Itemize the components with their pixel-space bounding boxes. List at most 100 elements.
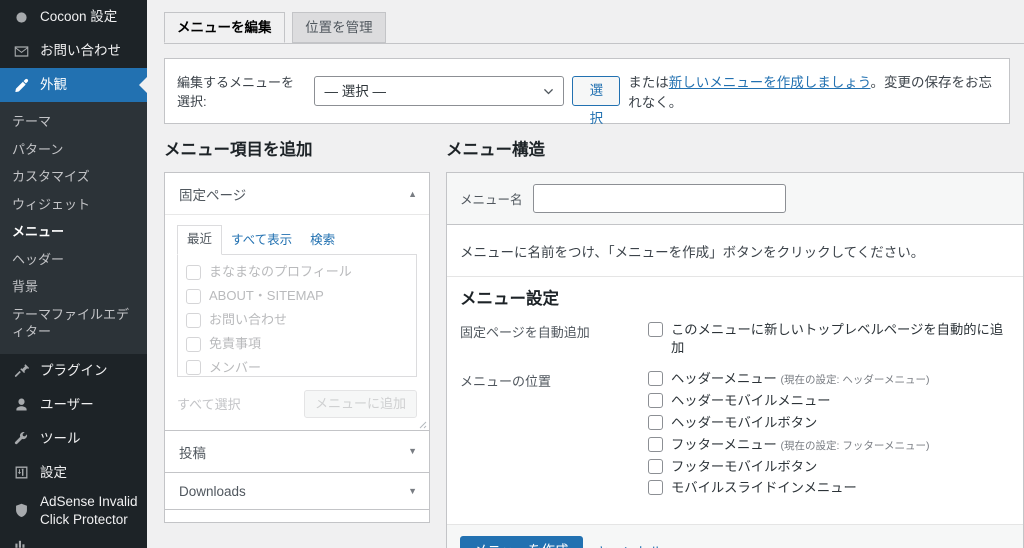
sidebar-item-plugins[interactable]: プラグイン (0, 354, 147, 388)
auto-add-pages-option[interactable]: このメニューに新しいトップレベルページを自動的に追加 (648, 321, 1010, 357)
pages-accordion-header[interactable]: 固定ページ ▲ (165, 173, 429, 216)
location-option-label: ヘッダーモバイルボタン (671, 414, 817, 432)
downloads-accordion-title: Downloads (179, 483, 246, 499)
location-option-mobile-slide-in-menu[interactable]: モバイルスライドインメニュー (648, 479, 1010, 497)
menu-select-wrapper: — 選択 — (314, 76, 565, 106)
add-to-menu-button[interactable]: メニューに追加 (303, 389, 417, 418)
cancel-link[interactable]: キャンセル (596, 541, 664, 548)
sidebar-item-settings[interactable]: 設定 (0, 456, 147, 490)
location-option-header-menu[interactable]: ヘッダーメニュー (現在の設定: ヘッダーメニュー) (648, 370, 1010, 388)
location-option-label: ヘッダーメニュー (現在の設定: ヘッダーメニュー) (671, 370, 929, 388)
menu-name-row: メニュー名 (447, 173, 1023, 226)
tab-search[interactable]: 検索 (301, 227, 344, 255)
user-icon (11, 395, 31, 415)
chevron-down-icon[interactable]: ▼ (408, 486, 417, 496)
pages-checkbox-list: まなまなのプロフィール ABOUT・SITEMAP お問い合わせ 免責事項 メン… (177, 254, 417, 377)
sidebar-subitem-menus[interactable]: メニュー (0, 218, 147, 246)
location-option-footer-menu[interactable]: フッターメニュー (現在の設定: フッターメニュー) (648, 436, 1010, 454)
auto-add-pages-option-label: このメニューに新しいトップレベルページを自動的に追加 (671, 321, 1004, 355)
sidebar-subitem-background[interactable]: 背景 (0, 273, 147, 301)
sidebar-item-cocoon-settings[interactable]: Cocoon 設定 (0, 0, 147, 34)
sidebar-subitem-widgets[interactable]: ウィジェット (0, 191, 147, 219)
location-label-text: ヘッダーメニュー (671, 370, 777, 386)
pages-panel-footer: すべて選択 メニューに追加 (165, 376, 429, 430)
list-item-label: お問い合わせ (209, 311, 288, 327)
sidebar-item-users[interactable]: ユーザー (0, 388, 147, 422)
admin-sidebar: Cocoon 設定 お問い合わせ 外観 テーマ パターン カスタマイズ ウィジェ… (0, 0, 147, 548)
checkbox[interactable] (186, 288, 201, 304)
sidebar-subitem-theme-file-editor[interactable]: テーマファイルエディター (0, 301, 147, 346)
chart-icon (13, 538, 29, 548)
sidebar-top-group: Cocoon 設定 お問い合わせ 外観 テーマ パターン カスタマイズ ウィジェ… (0, 0, 147, 548)
checkbox[interactable] (648, 458, 663, 474)
tab-recent[interactable]: 最近 (177, 225, 223, 255)
location-option-label: フッターメニュー (現在の設定: フッターメニュー) (671, 436, 929, 454)
checkbox[interactable] (648, 321, 663, 337)
list-item[interactable]: お問い合わせ (186, 312, 408, 329)
circle-icon (11, 7, 31, 27)
tab-manage-locations[interactable]: 位置を管理 (292, 12, 386, 44)
checkbox[interactable] (186, 312, 201, 328)
checkbox[interactable] (186, 336, 201, 352)
location-label-text: フッターモバイルボタン (671, 458, 818, 474)
list-item-label: メンバー (209, 359, 262, 375)
checkbox[interactable] (648, 392, 663, 408)
create-menu-button[interactable]: メニューを作成 (460, 536, 583, 548)
envelope-icon (11, 41, 31, 61)
posts-accordion-title: 投稿 (179, 445, 206, 461)
select-menu-button[interactable]: 選択 (572, 76, 621, 126)
list-item-label: まなまなのプロフィール (209, 263, 352, 279)
create-new-menu-link[interactable]: 新しいメニューを作成しましょう (669, 75, 871, 90)
resize-handle[interactable] (415, 417, 427, 429)
checkbox[interactable] (648, 436, 663, 452)
location-option-header-mobile-menu[interactable]: ヘッダーモバイルメニュー (648, 392, 1010, 410)
location-note: (現在の設定: フッターメニュー) (780, 439, 930, 452)
chevron-down-icon[interactable]: ▼ (408, 447, 417, 456)
columns: メニュー項目を追加 固定ページ ▲ 最近 すべて表示 検索 まなまなのプロフィー… (147, 140, 1024, 548)
tab-edit-menus[interactable]: メニューを編集 (164, 12, 285, 44)
sidebar-item-contact[interactable]: お問い合わせ (0, 34, 147, 68)
auto-add-pages-row: 固定ページを自動追加 このメニューに新しいトップレベルページを自動的に追加 (460, 321, 1010, 361)
sidebar-item-adsense-invalid-click-protector[interactable]: AdSense Invalid Click Protector (0, 490, 147, 532)
list-item[interactable]: ABOUT・SITEMAP (186, 288, 408, 305)
location-option-label: フッターモバイルボタン (671, 458, 817, 476)
sidebar-subitem-header[interactable]: ヘッダー (0, 246, 147, 274)
downloads-accordion-panel: Downloads ▼ (164, 471, 430, 510)
sliders-icon (11, 463, 31, 483)
list-item[interactable]: まなまなのプロフィール (186, 264, 408, 281)
menu-structure-hint: メニューに名前をつけ、「メニューを作成」ボタンをクリックしてください。 (447, 225, 1023, 278)
checkbox[interactable] (186, 360, 201, 376)
downloads-accordion-header[interactable]: Downloads ▼ (165, 472, 429, 509)
menu-select-dropdown[interactable]: — 選択 — (314, 76, 565, 106)
sidebar-item-label: Cocoon 設定 (40, 9, 118, 25)
checkbox[interactable] (186, 264, 201, 280)
sidebar-item-label: 外観 (40, 77, 67, 93)
list-item[interactable]: メンバー (186, 359, 408, 376)
sidebar-subitem-customize[interactable]: カスタマイズ (0, 163, 147, 191)
chevron-up-icon[interactable]: ▲ (408, 189, 417, 199)
sidebar-item-appearance[interactable]: 外観 (0, 68, 147, 102)
menu-name-input[interactable] (532, 184, 786, 214)
menu-locations-row: メニューの位置 ヘッダーメニュー (現在の設定: ヘッダーメニュー) ヘッダーモ… (460, 370, 1010, 502)
checkbox[interactable] (648, 480, 663, 496)
sidebar-subitem-themes[interactable]: テーマ (0, 108, 147, 136)
sidebar-item-tools[interactable]: ツール (0, 422, 147, 456)
sidebar-item-label: ツール (40, 431, 81, 447)
pages-accordion-body: 最近 すべて表示 検索 まなまなのプロフィール ABOUT・SITEMAP お問… (165, 215, 429, 377)
posts-accordion-header[interactable]: 投稿 ▼ (165, 430, 429, 472)
checkbox[interactable] (648, 370, 663, 386)
location-option-header-mobile-button[interactable]: ヘッダーモバイルボタン (648, 414, 1010, 432)
next-accordion-panel-partial[interactable] (164, 508, 430, 523)
sidebar-subitem-patterns[interactable]: パターン (0, 136, 147, 164)
auto-add-pages-label: 固定ページを自動追加 (460, 324, 590, 340)
plug-icon (11, 361, 31, 381)
sidebar-item-partial-below[interactable] (0, 532, 147, 548)
tab-view-all[interactable]: すべて表示 (222, 227, 301, 255)
location-option-footer-mobile-button[interactable]: フッターモバイルボタン (648, 458, 1010, 476)
list-item[interactable]: 免責事項 (186, 336, 408, 353)
list-item-label: ABOUT・SITEMAP (209, 287, 324, 303)
sidebar-item-label: ユーザー (40, 397, 94, 413)
checkbox[interactable] (648, 414, 663, 430)
select-all-link[interactable]: すべて選択 (177, 394, 241, 413)
location-label-text: モバイルスライドインメニュー (671, 480, 857, 496)
